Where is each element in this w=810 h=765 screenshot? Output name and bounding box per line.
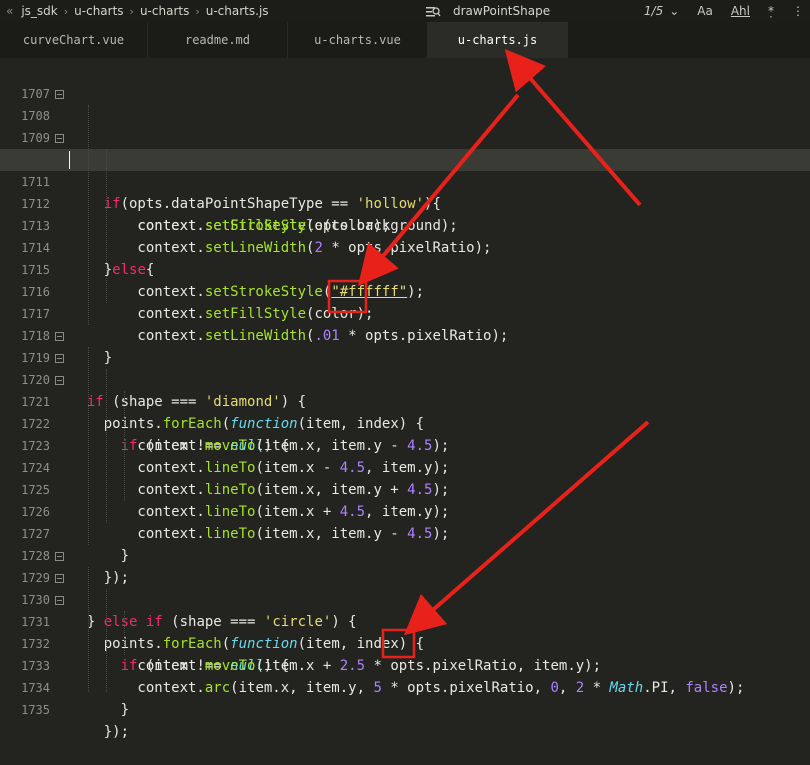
tab-u-charts-vue[interactable]: u-charts.vue [288, 22, 428, 58]
fold-toggle-icon[interactable] [55, 332, 64, 341]
code-line: 1732 context.moveTo(item.x + 2.5 * opts.… [0, 611, 810, 674]
fold-toggle-icon[interactable] [55, 376, 64, 385]
tab-curvechart-vue[interactable]: curveChart.vue [0, 22, 148, 58]
breadcrumb-u-charts-1[interactable]: u-charts [74, 4, 123, 18]
code-line: 1724 context.lineTo(item.x, item.y + 4.5… [0, 435, 810, 498]
code-line: 1723 context.lineTo(item.x - 4.5, item.y… [0, 413, 810, 476]
code-line: 1720 points.forEach(function(item, index… [0, 347, 810, 432]
code-line: 1725 context.lineTo(item.x + 4.5, item.y… [0, 457, 810, 520]
code-line: 1729 } else if (shape === 'circle') { [0, 545, 810, 630]
breadcrumb-file[interactable]: u-charts.js [206, 4, 269, 18]
back-icon[interactable]: « [6, 4, 13, 18]
tab-readme-md[interactable]: readme.md [148, 22, 288, 58]
match-case-toggle[interactable]: Aa [697, 4, 713, 18]
code-line: 1714 }else{ [0, 215, 810, 278]
indent-guide [124, 611, 125, 655]
find-widget[interactable]: drawPointShape [425, 0, 550, 22]
code-line: 1707 [0, 61, 810, 101]
chevron-right-icon: › [195, 4, 200, 18]
code-line: 1721 if (item !== null) { [0, 369, 810, 454]
indent-guide [106, 369, 107, 523]
match-count: 1/5 [643, 4, 664, 18]
fold-toggle-icon[interactable] [55, 596, 64, 605]
code-line: 1710 if(opts.dataPointShapeType == 'holl… [0, 127, 810, 212]
breadcrumb-js-sdk[interactable]: js_sdk [21, 4, 57, 18]
tab-bar: curveChart.vue readme.md u-charts.vue u-… [0, 22, 810, 59]
fold-toggle-icon[interactable] [55, 574, 64, 583]
chevron-down-icon[interactable]: ⌄ [669, 4, 679, 18]
chevron-right-icon: › [63, 4, 69, 18]
code-text: } [70, 702, 130, 718]
code-line: 1730 points.forEach(function(item, index… [0, 567, 810, 652]
code-line: 1718 } [0, 303, 810, 366]
code-line: 1717 context.setLineWidth(.01 * opts.pix… [0, 281, 810, 344]
top-bar: « js_sdk › u-charts › u-charts › u-chart… [0, 0, 810, 22]
fold-toggle-icon[interactable] [55, 354, 64, 363]
fold-toggle-icon[interactable] [55, 134, 64, 143]
code-line: 1708 function drawPointShape(points, col… [0, 83, 810, 168]
whole-word-toggle[interactable]: Ahl [731, 4, 750, 18]
indent-guide [88, 105, 89, 325]
tab-u-charts-js[interactable]: u-charts.js [428, 22, 568, 58]
find-query[interactable]: drawPointShape [453, 4, 550, 18]
code-line: 1728 }); [0, 523, 810, 586]
indent-guide [106, 589, 107, 692]
code-line: 1722 context.moveTo(item.x, item.y - 4.5… [0, 391, 810, 454]
line-number: 1735 [21, 703, 50, 717]
breadcrumb-u-charts-2[interactable]: u-charts [140, 4, 189, 18]
indent-guide [124, 391, 125, 501]
code-line: 1733 context.arc(item.x, item.y, 5 * opt… [0, 633, 810, 696]
regex-icon[interactable]: *̣ [768, 4, 774, 18]
code-line: 1734 } [0, 655, 810, 718]
code-text: }); [70, 724, 130, 740]
indent-guide [106, 149, 107, 303]
code-line-current: 1711 context.setStrokeStyle(color); [0, 149, 810, 234]
chevron-right-icon: › [129, 4, 134, 18]
code-line: 1726 context.lineTo(item.x, item.y - 4.5… [0, 479, 810, 542]
fold-toggle-icon[interactable] [55, 552, 64, 561]
code-line: 1715 context.setStrokeStyle("#ffffff"); [0, 237, 810, 300]
code-line: 1716 context.setFillStyle(color); [0, 259, 810, 322]
more-icon[interactable]: ⋮ [792, 4, 804, 18]
indent-guide [88, 567, 89, 692]
text-cursor [69, 151, 70, 169]
code-line: 1712 context.setFillStyle(opts.backgroun… [0, 171, 810, 234]
code-line: 1731 if (item !== null) { [0, 589, 810, 674]
code-line: 1727 } [0, 501, 810, 564]
code-line: 1719 if (shape === 'diamond') { [0, 325, 810, 410]
code-editor[interactable]: 1707 1708 function drawPointShape(points… [0, 58, 810, 740]
indent-guide [88, 347, 89, 545]
find-icon [426, 7, 441, 17]
fold-toggle-icon[interactable] [55, 90, 64, 99]
code-line: 1713 context.setLineWidth(2 * opts.pixel… [0, 193, 810, 256]
code-line: 1709 context.beginPath(); [0, 105, 810, 168]
code-line: 1735 }); [0, 677, 810, 740]
